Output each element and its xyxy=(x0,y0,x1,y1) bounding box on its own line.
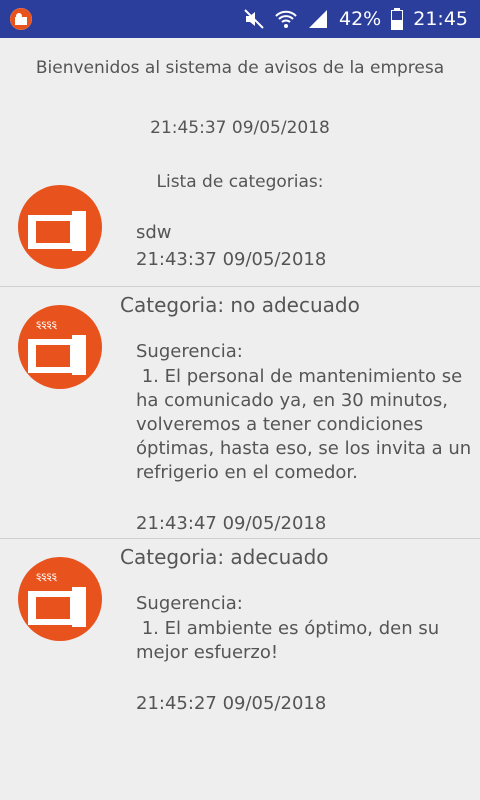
status-bar: 42% 21:45 xyxy=(0,0,480,38)
wifi-icon xyxy=(275,8,297,30)
app-notification-icon xyxy=(10,8,32,30)
category-title: Categoria: no adecuado xyxy=(120,293,360,317)
svg-text:ȿȿȿȿ: ȿȿȿȿ xyxy=(36,319,58,330)
suggestion-label: Sugerencia: xyxy=(136,593,243,614)
android-avatar-icon: ȿȿȿȿ xyxy=(18,557,102,641)
battery-percent: 42% xyxy=(339,8,382,30)
clock: 21:45 xyxy=(413,8,468,30)
welcome-text: Bienvenidos al sistema de avisos de la e… xyxy=(35,58,445,78)
suggestion-text: 1. El ambiente es óptimo, den su mejor e… xyxy=(136,618,445,663)
battery-icon xyxy=(391,8,404,30)
list-item[interactable]: ȿȿȿȿ Categoria: adecuado Sugerencia: 1. … xyxy=(0,539,480,719)
header-timestamp: 21:45:37 09/05/2018 xyxy=(150,118,330,138)
suggestion-text: 1. El personal de mantenimiento se ha co… xyxy=(136,366,477,483)
suggestion-text: sdw xyxy=(136,222,172,243)
svg-text:ȿȿȿȿ: ȿȿȿȿ xyxy=(36,571,58,582)
suggestion-label: Sugerencia: xyxy=(136,341,243,362)
item-timestamp: 21:45:27 09/05/2018 xyxy=(136,693,327,714)
item-timestamp: 21:43:37 09/05/2018 xyxy=(136,249,327,270)
android-avatar-icon: ȿȿȿȿ xyxy=(18,305,102,389)
category-title: Categoria: adecuado xyxy=(120,545,329,569)
mute-icon xyxy=(243,8,265,30)
list-item[interactable]: sdw 21:43:37 09/05/2018 xyxy=(0,185,480,287)
list-item[interactable]: ȿȿȿȿ Categoria: no adecuado Sugerencia: … xyxy=(0,287,480,537)
item-timestamp: 21:43:47 09/05/2018 xyxy=(136,513,327,534)
signal-icon xyxy=(307,8,329,30)
android-avatar-icon xyxy=(18,185,102,269)
